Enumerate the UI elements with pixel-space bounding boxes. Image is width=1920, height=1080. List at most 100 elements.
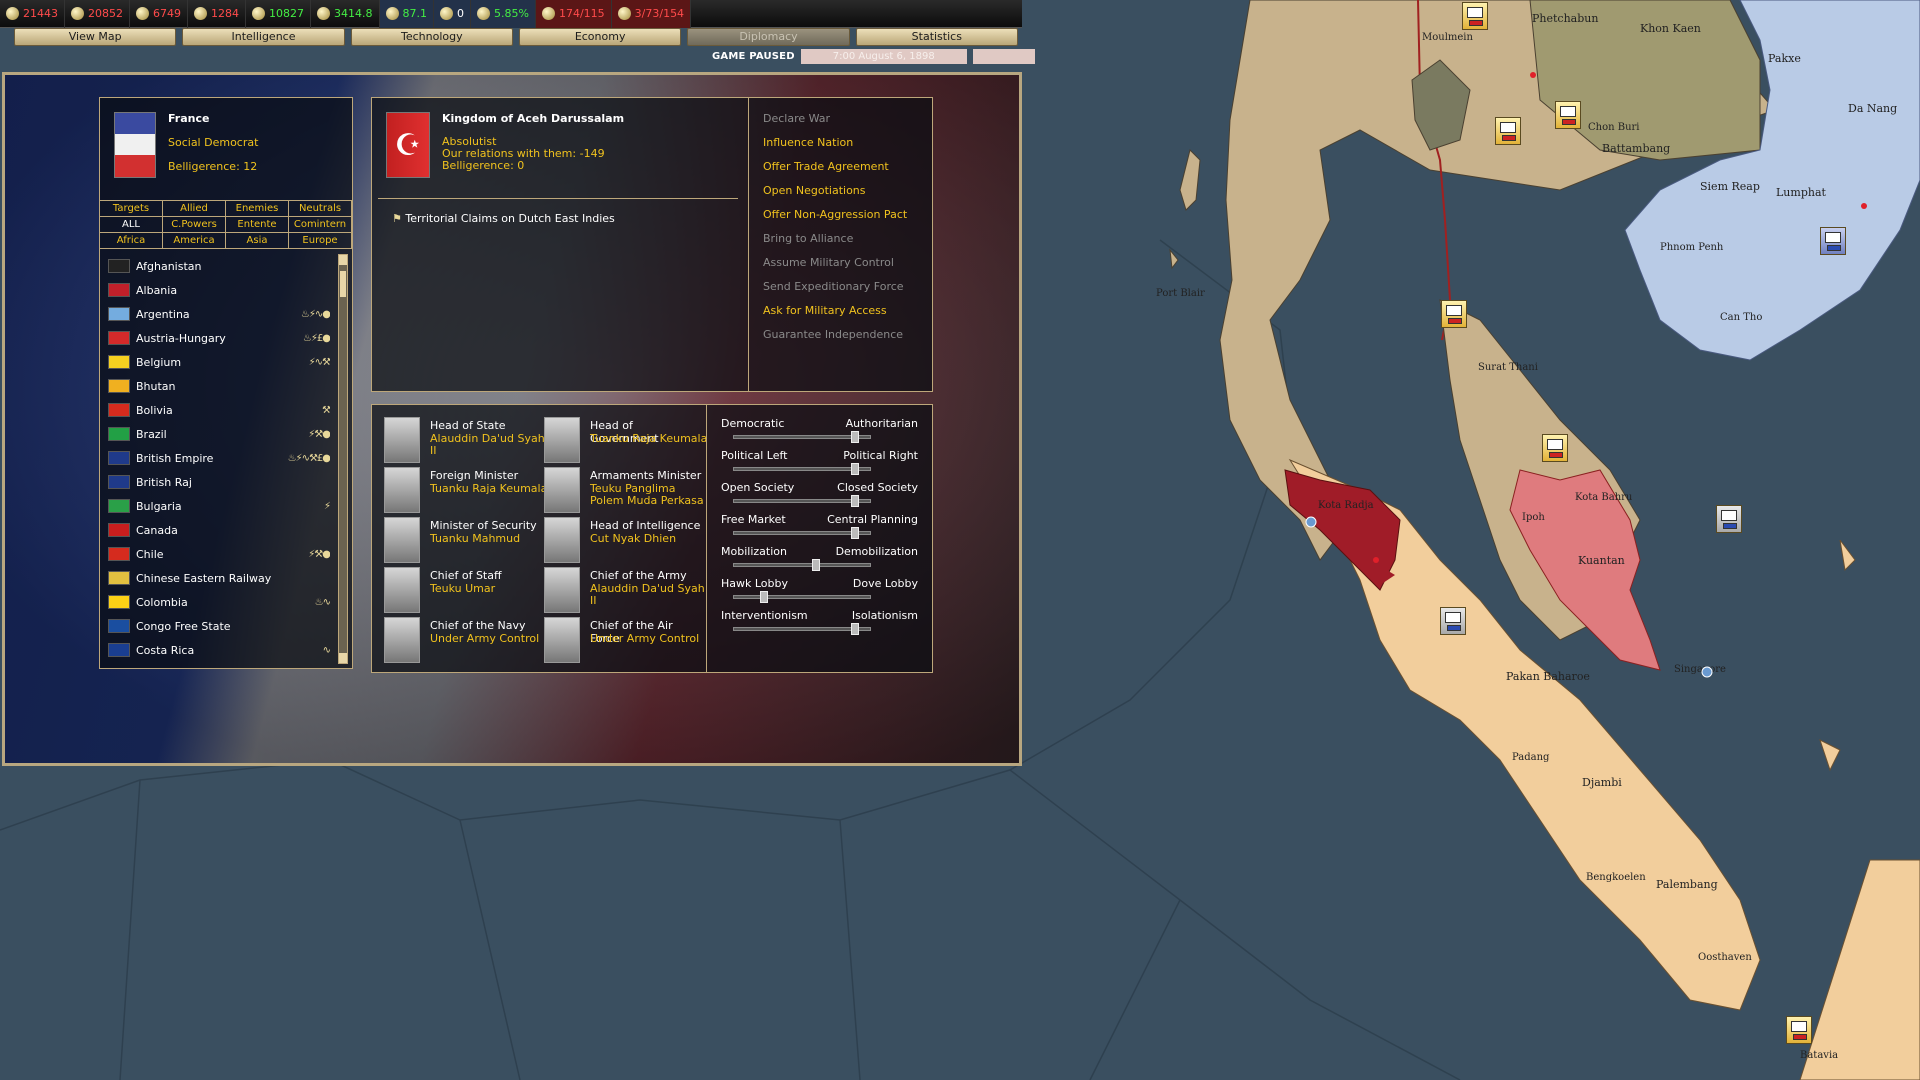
minister-title: Foreign Minister (430, 469, 519, 482)
resource-manpower[interactable]: 5.85% (471, 0, 536, 28)
map-unit-counter[interactable] (1820, 227, 1846, 255)
resource-supplies[interactable]: 10827 (246, 0, 311, 28)
filter-europe[interactable]: Europe (289, 233, 352, 249)
map-unit-counter[interactable] (1542, 434, 1568, 462)
resource-energy[interactable]: 21443 (0, 0, 65, 28)
country-list-item[interactable]: Argentina ♨⚡∿● (108, 302, 330, 326)
country-flag (108, 283, 130, 297)
scroll-down-arrow[interactable] (339, 653, 347, 663)
minister-name: Tuanku Raja Keumala (590, 432, 708, 445)
country-list-item[interactable]: Chinese Eastern Railway (108, 566, 330, 590)
action-ask-for-military-access[interactable]: Ask for Military Access (763, 300, 932, 324)
manpower-icon (477, 7, 490, 20)
minister-slot[interactable]: Foreign Minister Tuanku Raja Keumala (384, 467, 547, 513)
filter-cpowers[interactable]: C.Powers (163, 217, 226, 233)
map-label: Surat Thani (1478, 362, 1538, 373)
action-influence-nation[interactable]: Influence Nation (763, 132, 932, 156)
filter-comintern[interactable]: Comintern (289, 217, 352, 233)
scroll-up-arrow[interactable] (339, 255, 347, 265)
minister-portrait (544, 517, 580, 563)
resource-metal[interactable]: 20852 (65, 0, 130, 28)
tab-view-map[interactable]: View Map (14, 28, 177, 46)
map-unit-counter[interactable] (1716, 505, 1742, 533)
action-open-negotiations[interactable]: Open Negotiations (763, 180, 932, 204)
resource-ic[interactable]: 87.1 (379, 0, 434, 28)
trade-resource-icons: ⚡⚒● (308, 428, 330, 440)
map-unit-counter[interactable] (1462, 2, 1488, 30)
country-list-item[interactable]: Austria-Hungary ♨⚡£● (108, 326, 330, 350)
minister-slot[interactable]: Chief of Staff Teuku Umar (384, 567, 544, 613)
country-list-item[interactable]: Costa Rica ∿ (108, 638, 330, 662)
scroll-thumb[interactable] (340, 271, 346, 297)
tab-diplomacy[interactable]: Diplomacy (687, 28, 850, 46)
tab-intelligence[interactable]: Intelligence (182, 28, 345, 46)
minister-title: Armaments Minister (590, 469, 702, 482)
tab-technology[interactable]: Technology (350, 28, 513, 46)
country-name: British Empire (136, 451, 214, 465)
country-list-item[interactable]: British Empire ♨⚡∿⚒£● (108, 446, 330, 470)
country-list-scrollbar[interactable] (338, 254, 348, 664)
slider-right-label: Demobilization (835, 545, 918, 558)
country-list-item[interactable]: Albania (108, 278, 330, 302)
money-icon (317, 7, 330, 20)
minister-slot[interactable]: Chief of the Army Alauddin Da'ud Syah II (544, 567, 705, 613)
filter-targets[interactable]: Targets (100, 201, 163, 217)
minister-slot[interactable]: Armaments Minister Teuku Panglima Polem M… (544, 467, 704, 513)
country-list-item[interactable]: Belgium ⚡∿⚒ (108, 350, 330, 374)
country-list-item[interactable]: Congo Free State (108, 614, 330, 638)
tab-statistics[interactable]: Statistics (855, 28, 1018, 46)
minister-slot[interactable]: Head of Government Tuanku Raja Keumala (544, 417, 707, 463)
slider-knob (812, 559, 820, 571)
resource-rare-materials[interactable]: 6749 (130, 0, 188, 28)
filter-africa[interactable]: Africa (100, 233, 163, 249)
country-list-item[interactable]: Colombia ♨∿ (108, 590, 330, 614)
filter-neutrals[interactable]: Neutrals (289, 201, 352, 217)
country-list-item[interactable]: Bulgaria ⚡ (108, 494, 330, 518)
map-label: Siem Reap (1700, 180, 1760, 193)
country-list-item[interactable]: British Raj (108, 470, 330, 494)
game-date[interactable]: 7:00 August 6, 1898 (800, 48, 967, 64)
minister-slot[interactable]: Head of State Alauddin Da'ud Syah II (384, 417, 545, 463)
minister-slot[interactable]: Minister of Security Tuanku Mahmud (384, 517, 544, 563)
resource-money[interactable]: 3414.8 (311, 0, 380, 28)
filter-enemies[interactable]: Enemies (226, 201, 289, 217)
resource-value: 3/73/154 (634, 7, 685, 20)
country-list-item[interactable]: Brazil ⚡⚒● (108, 422, 330, 446)
speed-control[interactable] (972, 48, 1035, 64)
slider-left-label: Hawk Lobby (721, 577, 789, 590)
map-unit-counter[interactable] (1440, 607, 1466, 635)
map-unit-counter[interactable] (1441, 300, 1467, 328)
map-label: Pakxe (1768, 52, 1801, 65)
country-list-item[interactable]: Bolivia ⚒ (108, 398, 330, 422)
map-unit-counter[interactable] (1786, 1016, 1812, 1044)
map-unit-counter[interactable] (1555, 101, 1581, 129)
minister-slot[interactable]: Head of Intelligence Cut Nyak Dhien (544, 517, 704, 563)
country-list-item[interactable]: Afghanistan (108, 254, 330, 278)
filter-all[interactable]: ALL (100, 217, 163, 233)
filter-entente[interactable]: Entente (226, 217, 289, 233)
resource-diplomacy[interactable]: 0 (434, 0, 471, 28)
resource-convoy[interactable]: 174/115 (535, 0, 612, 28)
filter-america[interactable]: America (163, 233, 226, 249)
minister-slot[interactable]: Chief of the Navy Under Army Control (384, 617, 544, 663)
slider-track (733, 559, 871, 571)
filter-asia[interactable]: Asia (226, 233, 289, 249)
map-unit-counter[interactable] (1495, 117, 1521, 145)
claim-icon: ⚑ (392, 212, 402, 225)
minister-name: Alauddin Da'ud Syah II (590, 582, 705, 607)
resource-crude-oil[interactable]: 1284 (188, 0, 246, 28)
minister-slot[interactable]: Chief of the Air Force Under Army Control (544, 617, 704, 663)
country-list-item[interactable]: Chile ⚡⚒● (108, 542, 330, 566)
country-list: Afghanistan Albania Argentina ♨⚡∿● Austria-H… (108, 254, 330, 664)
filter-allied[interactable]: Allied (163, 201, 226, 217)
action-offer-non-aggression-pact[interactable]: Offer Non-Aggression Pact (763, 204, 932, 228)
tab-economy[interactable]: Economy (518, 28, 682, 46)
minister-title: Minister of Security (430, 519, 537, 532)
action-offer-trade-agreement[interactable]: Offer Trade Agreement (763, 156, 932, 180)
map-label: Bengkoelen (1586, 872, 1646, 883)
country-name: Argentina (136, 307, 190, 321)
country-list-item[interactable]: Bhutan (108, 374, 330, 398)
country-list-item[interactable]: Canada (108, 518, 330, 542)
resource-transport[interactable]: 3/73/154 (611, 0, 692, 28)
player-ideology: Social Democrat (168, 136, 259, 149)
